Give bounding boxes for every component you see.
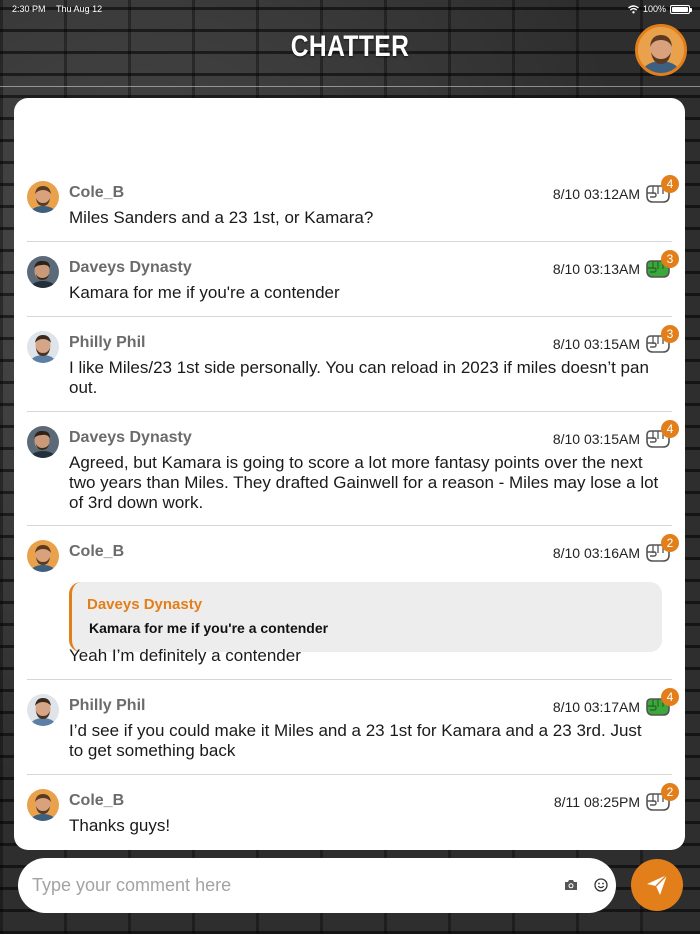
reaction-count-badge: 4 [661, 420, 679, 438]
reaction-count-badge: 3 [661, 250, 679, 268]
page-title: CHATTER [290, 30, 410, 63]
fist-bump-reaction-button[interactable]: 2 [644, 783, 680, 819]
message-divider [27, 679, 672, 680]
message-text: I like Miles/23 1st side personally. You… [69, 358, 649, 397]
message-text: Miles Sanders and a 23 1st, or Kamara? [69, 208, 374, 227]
message-text: Agreed, but Kamara is going to score a l… [69, 453, 659, 512]
message-item: Cole_B 8/10 03:12AM Miles Sanders and a … [27, 175, 679, 242]
fist-bump-reaction-button[interactable]: 3 [644, 325, 680, 361]
reaction-count-badge: 4 [661, 688, 679, 706]
fist-bump-reaction-button[interactable]: 4 [644, 420, 680, 456]
status-date: Thu Aug 12 [56, 4, 103, 14]
message-divider [27, 774, 672, 775]
reaction-count-badge: 2 [661, 534, 679, 552]
user-avatar[interactable] [27, 256, 59, 288]
message-timestamp: 8/10 03:15AM [552, 431, 640, 447]
fist-bump-reaction-button[interactable]: 4 [644, 688, 680, 724]
message-timestamp: 8/10 03:16AM [552, 545, 640, 561]
fist-bump-reaction-button[interactable]: 3 [644, 250, 680, 286]
message-item: Philly Phil 8/10 03:15AM I like Miles/23… [27, 325, 679, 412]
status-bar: 2:30 PM Thu Aug 12 100% [0, 0, 700, 18]
message-item: Cole_B 8/11 08:25PM Thanks guys! 2 [27, 783, 679, 850]
message-divider [27, 316, 672, 317]
user-avatar[interactable] [27, 331, 59, 363]
user-avatar[interactable] [27, 789, 59, 821]
message-username[interactable]: Philly Phil [69, 697, 145, 715]
message-timestamp: 8/10 03:12AM [552, 186, 640, 202]
message-text: Kamara for me if you're a contender [69, 283, 340, 302]
chat-feed[interactable]: Cole_B 8/10 03:12AM Miles Sanders and a … [14, 98, 685, 850]
user-avatar[interactable] [27, 540, 59, 572]
header-divider [0, 86, 700, 87]
message-timestamp: 8/11 08:25PM [553, 794, 640, 810]
quoted-username: Daveys Dynasty [87, 596, 203, 613]
message-item: Philly Phil 8/10 03:17AM I’d see if you … [27, 688, 679, 775]
message-timestamp: 8/10 03:13AM [552, 261, 640, 277]
fist-bump-reaction-button[interactable]: 4 [644, 175, 680, 211]
message-username[interactable]: Daveys Dynasty [69, 429, 192, 447]
message-item: Cole_B 8/10 03:16AM Daveys Dynasty Kamar… [27, 534, 679, 680]
message-username[interactable]: Cole_B [69, 792, 124, 810]
message-username[interactable]: Daveys Dynasty [69, 259, 192, 277]
reaction-count-badge: 3 [661, 325, 679, 343]
message-divider [27, 411, 672, 412]
message-username[interactable]: Cole_B [69, 184, 124, 202]
message-divider [27, 525, 672, 526]
reaction-count-badge: 2 [661, 783, 679, 801]
message-text: Thanks guys! [69, 816, 171, 835]
send-button[interactable] [631, 859, 683, 911]
emoji-icon[interactable] [594, 878, 608, 892]
comment-input[interactable] [32, 870, 532, 900]
message-divider [27, 241, 672, 242]
battery-icon [670, 4, 692, 14]
message-item: Daveys Dynasty 8/10 03:13AM Kamara for m… [27, 250, 679, 317]
message-item: Daveys Dynasty 8/10 03:15AM Agreed, but … [27, 420, 679, 526]
battery-percent: 100% [642, 4, 666, 14]
wifi-icon [628, 4, 639, 13]
comment-composer [18, 858, 616, 913]
message-username[interactable]: Cole_B [69, 543, 124, 561]
camera-icon[interactable] [564, 879, 578, 891]
message-text: I’d see if you could make it Miles and a… [69, 721, 642, 760]
quoted-text: Kamara for me if you're a contender [89, 620, 329, 636]
user-avatar[interactable] [27, 694, 59, 726]
user-avatar[interactable] [27, 181, 59, 213]
send-icon [647, 874, 668, 895]
status-time: 2:30 PM [12, 4, 46, 14]
fist-bump-reaction-button[interactable]: 2 [644, 534, 680, 570]
message-text: Yeah I’m definitely a contender [69, 646, 301, 665]
profile-avatar[interactable] [635, 24, 687, 76]
reaction-count-badge: 4 [661, 175, 679, 193]
message-timestamp: 8/10 03:15AM [552, 336, 640, 352]
message-username[interactable]: Philly Phil [69, 334, 145, 352]
user-avatar[interactable] [27, 426, 59, 458]
quoted-reply[interactable]: Daveys Dynasty Kamara for me if you're a… [69, 582, 662, 652]
message-timestamp: 8/10 03:17AM [552, 699, 640, 715]
